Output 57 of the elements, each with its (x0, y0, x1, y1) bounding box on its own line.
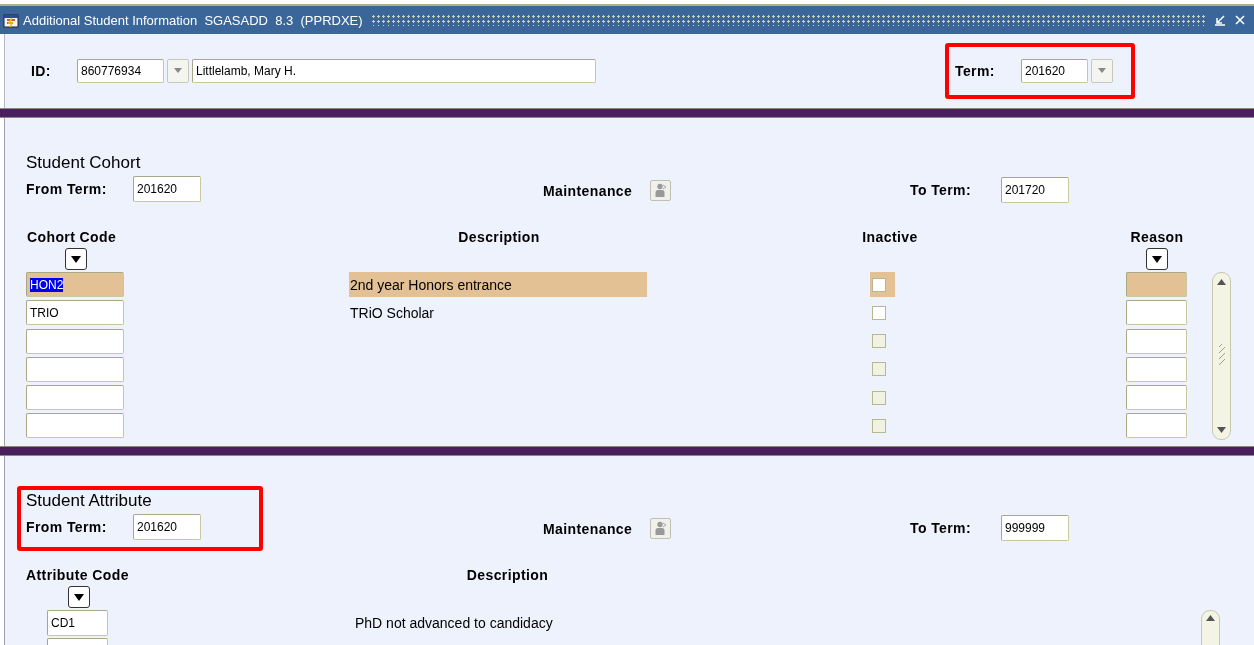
term-field[interactable]: 201620 (1021, 59, 1088, 83)
reason-field[interactable] (1126, 356, 1187, 382)
caret-icon (173, 67, 183, 75)
from-term-label: From Term: (26, 181, 108, 197)
reason-field[interactable] (1126, 272, 1187, 297)
code-field[interactable]: CD1 (47, 610, 108, 636)
close-icon[interactable] (1234, 14, 1246, 26)
dropdown-button[interactable] (65, 248, 87, 270)
from-term-field[interactable]: 201620 (133, 514, 201, 540)
section-title: Student Cohort (26, 153, 142, 173)
scrollbar[interactable] (1212, 272, 1231, 440)
column-header: Reason (1129, 228, 1185, 246)
code-field[interactable]: HON2 (26, 272, 124, 297)
to-term-label: To Term: (910, 520, 972, 536)
column-header: Description (465, 566, 550, 584)
column-header: Attribute Code (26, 566, 126, 584)
from-term-label: From Term: (26, 519, 108, 535)
code-field[interactable]: TRIO (26, 300, 124, 326)
up-arrow-icon (1217, 279, 1226, 285)
down-arrow-icon (1217, 427, 1226, 433)
minimize-icon[interactable] (1214, 14, 1226, 26)
id-field[interactable]: 860776934 (77, 59, 164, 83)
from-term-field[interactable]: 201620 (133, 176, 201, 202)
caret-icon (1152, 255, 1162, 263)
dropdown-button[interactable] (68, 586, 90, 608)
description-text: PhD not advanced to candidacy (355, 614, 553, 633)
column-header: Cohort Code (27, 228, 118, 246)
caret-icon (71, 255, 81, 263)
reason-field[interactable] (1126, 328, 1187, 354)
description-text: TRiO Scholar (349, 303, 436, 323)
dropdown-button[interactable] (1146, 248, 1168, 270)
column-header: Inactive (862, 228, 918, 246)
person-icon (654, 521, 668, 536)
maintenance-button[interactable] (650, 180, 672, 201)
description-text: 2nd year Honors entrance (349, 272, 647, 297)
app-icon (3, 12, 19, 28)
maintenance-label: Maintenance (543, 520, 633, 537)
term-label: Term: (955, 63, 996, 79)
to-term-field[interactable]: 999999 (1001, 515, 1069, 541)
maintenance-button[interactable] (650, 518, 672, 539)
reason-field[interactable] (1126, 300, 1187, 326)
to-term-field[interactable]: 201720 (1001, 177, 1069, 203)
caret-icon (1097, 67, 1107, 75)
up-arrow-icon (1206, 615, 1215, 621)
lookup-button[interactable] (1091, 59, 1113, 83)
reason-field[interactable] (1126, 413, 1187, 439)
caret-icon (74, 593, 84, 601)
reason-field[interactable] (1126, 385, 1187, 411)
id-label: ID: (31, 63, 52, 79)
window-title: Additional Student Information SGASADD 8.3 (PPRDXE) (23, 12, 363, 28)
name-field[interactable]: Littlelamb, Mary H. (192, 59, 596, 83)
person-icon (654, 183, 668, 198)
section-title: Student Attribute (26, 491, 153, 511)
to-term-label: To Term: (910, 182, 972, 198)
lookup-button[interactable] (167, 59, 189, 83)
maintenance-label: Maintenance (543, 182, 633, 199)
column-header: Description (457, 228, 541, 246)
